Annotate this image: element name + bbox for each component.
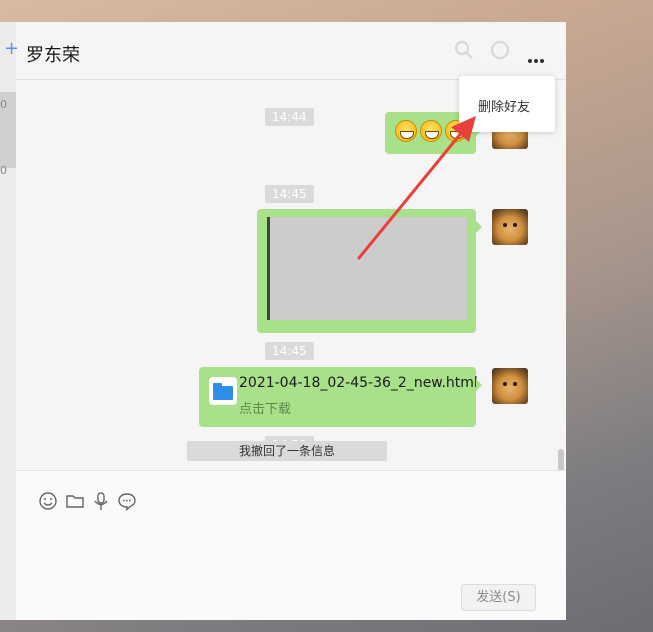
microphone-icon[interactable] xyxy=(91,491,111,511)
chat-bubble-icon[interactable] xyxy=(117,491,137,511)
emoji-icon[interactable] xyxy=(38,491,58,511)
timestamp: 14:45 xyxy=(265,185,314,203)
unread-digit: 0 xyxy=(0,98,7,111)
send-button[interactable]: 发送(S) xyxy=(461,584,536,611)
info-icon[interactable] xyxy=(490,40,510,60)
unread-digit: 0 xyxy=(0,164,7,177)
contact-name: 罗东荣 xyxy=(26,45,80,66)
delete-friend-menu-item[interactable]: 删除好友 xyxy=(478,96,530,115)
grin-emoji-icon xyxy=(420,120,442,142)
add-icon[interactable]: + xyxy=(4,40,19,58)
file-name: 2021-04-18_02-45-36_2_new.html xyxy=(239,375,478,391)
message-input-area[interactable]: 发送(S) xyxy=(16,470,566,620)
message-list: 14:44 14:45 14:45 2021-04-18_02-45-36_2_… xyxy=(16,81,566,470)
recall-notice: 我撤回了一条信息 xyxy=(187,441,387,461)
download-link[interactable]: 点击下载 xyxy=(239,398,291,417)
image-placeholder[interactable] xyxy=(267,217,467,320)
grin-emoji-icon xyxy=(395,120,417,142)
avatar[interactable] xyxy=(492,209,528,245)
chat-window: + 罗东荣 14:44 14:45 14:45 2021-04-18_02-45… xyxy=(4,22,566,620)
image-message-bubble[interactable] xyxy=(257,209,482,333)
folder-icon[interactable] xyxy=(65,491,85,511)
conversation-list-edge: 0 0 xyxy=(0,22,16,620)
scrollbar[interactable] xyxy=(558,449,564,470)
more-dots-icon[interactable] xyxy=(528,48,548,63)
timestamp: 14:44 xyxy=(265,108,314,126)
timestamp: 14:45 xyxy=(265,342,314,360)
folder-file-icon xyxy=(209,377,237,405)
file-message-bubble[interactable]: 2021-04-18_02-45-36_2_new.html 点击下载 xyxy=(199,367,482,427)
chat-header: + 罗东荣 xyxy=(4,22,566,80)
search-icon[interactable] xyxy=(454,40,474,60)
more-menu-popup: 删除好友 xyxy=(459,76,555,132)
avatar[interactable] xyxy=(492,368,528,404)
